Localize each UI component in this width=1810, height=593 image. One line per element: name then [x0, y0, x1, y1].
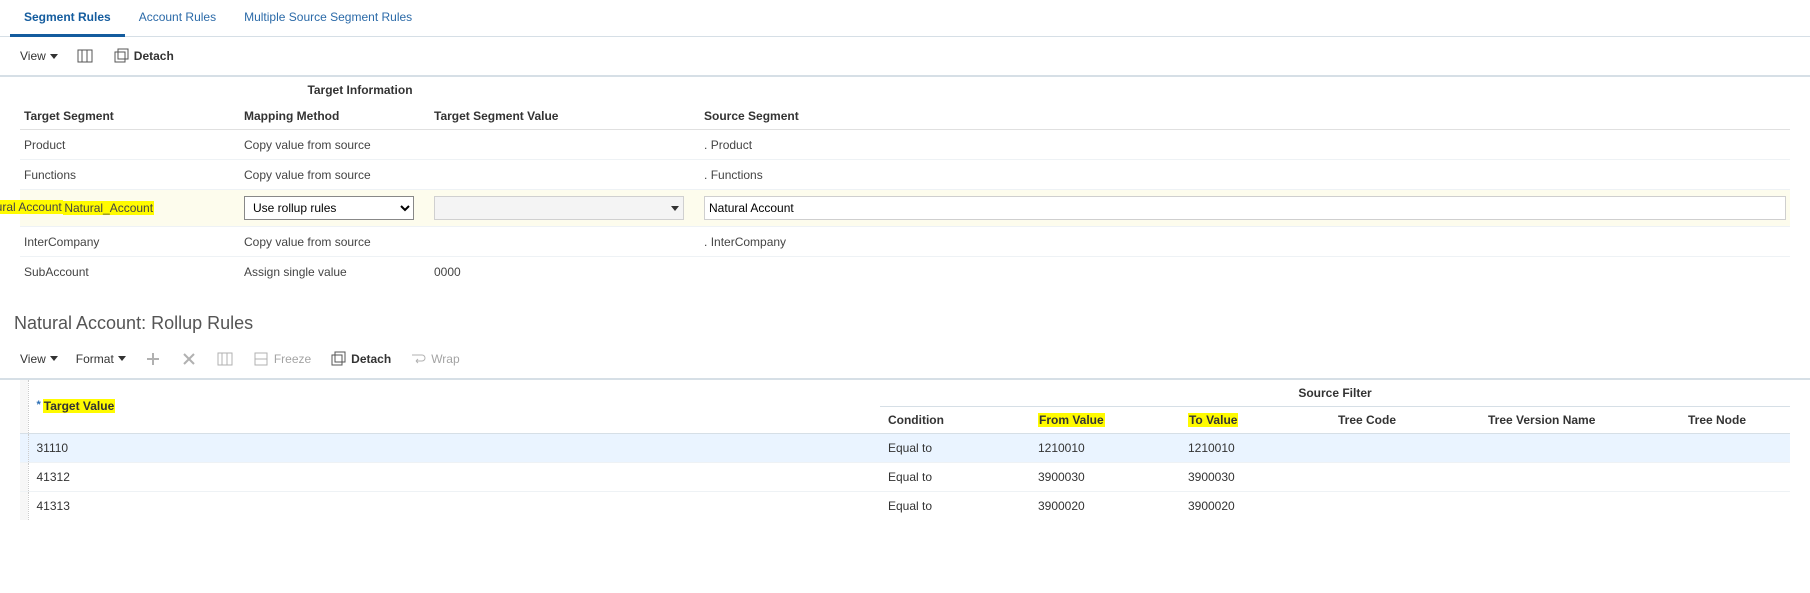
table-row[interactable]: 31110 Equal to 1210010 1210010 — [20, 433, 1790, 462]
format-menu-label: Format — [76, 352, 114, 366]
subtab-bar: Segment Rules Account Rules Multiple Sou… — [0, 0, 1810, 37]
rollup-toolbar: View Format Freeze Detach Wrap — [0, 340, 1810, 380]
mapping-method-select[interactable]: Use rollup rules Copy value from source … — [244, 196, 414, 220]
add-icon[interactable] — [144, 350, 162, 368]
rollup-rules-table: *Target Value Source Filter Condition Fr… — [20, 380, 1790, 520]
table-row[interactable]: Functions Copy value from source . Funct… — [20, 160, 1790, 190]
highlighted-text: Target Value — [43, 399, 115, 413]
segment-rules-table: Target Information Target Segment Mappin… — [20, 77, 1790, 287]
caret-down-icon — [50, 54, 58, 59]
freeze-label: Freeze — [274, 352, 311, 366]
col-tree-code[interactable]: Tree Code — [1330, 406, 1480, 433]
col-target-segment[interactable]: Target Segment — [20, 103, 240, 130]
freeze-icon — [252, 350, 270, 368]
table-row[interactable]: 41312 Equal to 3900030 3900030 — [20, 462, 1790, 491]
table-row[interactable]: Product Copy value from source . Product — [20, 130, 1790, 160]
table-row-selected[interactable]: Natural_Account Use rollup rules Copy va… — [20, 190, 1790, 227]
detach-button[interactable]: Detach — [112, 47, 174, 65]
col-to-value[interactable]: To Value — [1180, 406, 1330, 433]
highlighted-text: Natural Account — [0, 200, 63, 214]
seg-toolbar: View Detach — [0, 37, 1810, 77]
col-group-target-info: Target Information — [20, 77, 700, 103]
detach-label: Detach — [134, 49, 174, 63]
tab-multi-source[interactable]: Multiple Source Segment Rules — [230, 0, 426, 36]
rollup-section-title: Natural Account: Rollup Rules — [0, 287, 1810, 340]
delete-icon[interactable] — [180, 350, 198, 368]
col-tree-version[interactable]: Tree Version Name — [1480, 406, 1680, 433]
table-row[interactable]: 41313 Equal to 3900020 3900020 — [20, 491, 1790, 520]
caret-down-icon — [671, 206, 679, 211]
col-mapping-method[interactable]: Mapping Method — [240, 103, 430, 130]
caret-down-icon — [50, 356, 58, 361]
wrap-label: Wrap — [431, 352, 459, 366]
col-target-value[interactable]: *Target Value — [28, 380, 880, 434]
col-group-source-filter: Source Filter — [880, 380, 1790, 407]
detach-icon — [329, 350, 347, 368]
tab-segment-rules[interactable]: Segment Rules — [10, 0, 125, 37]
table-row[interactable]: SubAccount Assign single value 0000 — [20, 257, 1790, 287]
caret-down-icon — [118, 356, 126, 361]
col-source-segment[interactable]: Source Segment — [700, 103, 1790, 130]
detach-button[interactable]: Detach — [329, 350, 391, 368]
detach-icon — [112, 47, 130, 65]
source-segment-input[interactable] — [704, 196, 1786, 220]
wrap-icon — [409, 350, 427, 368]
columns-icon[interactable] — [76, 47, 94, 65]
tab-account-rules[interactable]: Account Rules — [125, 0, 230, 36]
highlighted-text: Natural_Account — [63, 201, 154, 215]
wrap-button[interactable]: Wrap — [409, 350, 459, 368]
highlighted-text: From Value — [1038, 413, 1105, 427]
target-value-select-disabled — [434, 196, 684, 220]
detach-label: Detach — [351, 352, 391, 366]
view-menu-label: View — [20, 352, 46, 366]
view-menu-label: View — [20, 49, 46, 63]
columns-icon[interactable] — [216, 350, 234, 368]
view-menu[interactable]: View — [20, 352, 58, 366]
table-row[interactable]: InterCompany Copy value from source . In… — [20, 227, 1790, 257]
freeze-button[interactable]: Freeze — [252, 350, 311, 368]
highlighted-text: To Value — [1188, 413, 1238, 427]
col-from-value[interactable]: From Value — [1030, 406, 1180, 433]
view-menu[interactable]: View — [20, 49, 58, 63]
col-target-segment-value[interactable]: Target Segment Value — [430, 103, 700, 130]
format-menu[interactable]: Format — [76, 352, 126, 366]
col-tree-node[interactable]: Tree Node — [1680, 406, 1790, 433]
col-condition[interactable]: Condition — [880, 406, 1030, 433]
